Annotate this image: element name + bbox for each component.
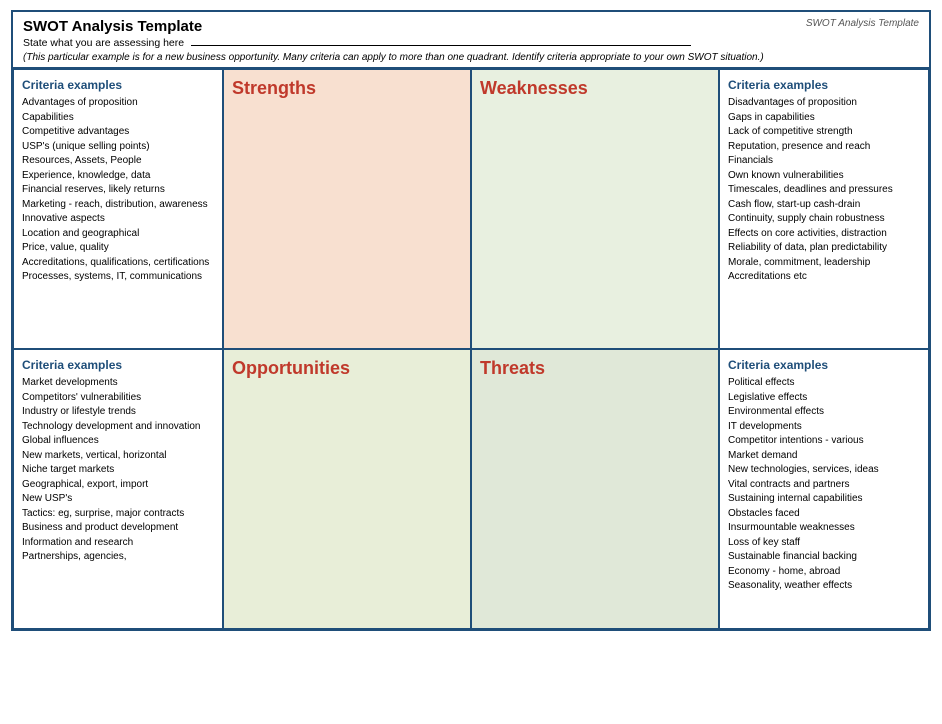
weaknesses-title: Weaknesses bbox=[480, 78, 710, 99]
list-item: Accreditations, qualifications, certific… bbox=[22, 256, 214, 271]
list-item: Sustainable financial backing bbox=[728, 550, 920, 565]
list-item: Competitors' vulnerabilities bbox=[22, 391, 214, 406]
list-item: Experience, knowledge, data bbox=[22, 169, 214, 184]
watermark: SWOT Analysis Template bbox=[806, 18, 919, 29]
list-item: Reliability of data, plan predictability bbox=[728, 241, 920, 256]
criteria-threats-title: Criteria examples bbox=[728, 358, 920, 372]
list-item: Vital contracts and partners bbox=[728, 478, 920, 493]
list-item: Political effects bbox=[728, 376, 920, 391]
criteria-threats-list: Political effectsLegislative effectsEnvi… bbox=[728, 376, 920, 594]
list-item: Technology development and innovation bbox=[22, 420, 214, 435]
list-item: Competitive advantages bbox=[22, 125, 214, 140]
threats-cell: Threats bbox=[471, 349, 719, 629]
list-item: Cash flow, start-up cash-drain bbox=[728, 198, 920, 213]
list-item: Sustaining internal capabilities bbox=[728, 492, 920, 507]
criteria-weaknesses-title: Criteria examples bbox=[728, 78, 920, 92]
list-item: Reputation, presence and reach bbox=[728, 140, 920, 155]
list-item: Marketing - reach, distribution, awarene… bbox=[22, 198, 214, 213]
list-item: Morale, commitment, leadership bbox=[728, 256, 920, 271]
subtitle: State what you are assessing here bbox=[23, 37, 919, 49]
criteria-sw-title: Criteria examples bbox=[22, 78, 214, 92]
swot-page: SWOT Analysis Template SWOT Analysis Tem… bbox=[11, 10, 931, 631]
list-item: Geographical, export, import bbox=[22, 478, 214, 493]
list-item: Location and geographical bbox=[22, 227, 214, 242]
list-item: Market demand bbox=[728, 449, 920, 464]
list-item: Economy - home, abroad bbox=[728, 565, 920, 580]
list-item: Financial reserves, likely returns bbox=[22, 183, 214, 198]
list-item: Lack of competitive strength bbox=[728, 125, 920, 140]
weaknesses-cell: Weaknesses bbox=[471, 69, 719, 349]
criteria-threats-cell: Criteria examples Political effectsLegis… bbox=[719, 349, 929, 629]
list-item: Processes, systems, IT, communications bbox=[22, 270, 214, 285]
list-item: Gaps in capabilities bbox=[728, 111, 920, 126]
criteria-opportunities-cell: Criteria examples Market developmentsCom… bbox=[13, 349, 223, 629]
strengths-title: Strengths bbox=[232, 78, 462, 99]
header-note: (This particular example is for a new bu… bbox=[23, 52, 919, 63]
list-item: IT developments bbox=[728, 420, 920, 435]
list-item: Timescales, deadlines and pressures bbox=[728, 183, 920, 198]
list-item: Environmental effects bbox=[728, 405, 920, 420]
criteria-opportunities-title: Criteria examples bbox=[22, 358, 214, 372]
list-item: Continuity, supply chain robustness bbox=[728, 212, 920, 227]
list-item: Obstacles faced bbox=[728, 507, 920, 522]
list-item: Market developments bbox=[22, 376, 214, 391]
list-item: New markets, vertical, horizontal bbox=[22, 449, 214, 464]
list-item: Financials bbox=[728, 154, 920, 169]
list-item: Innovative aspects bbox=[22, 212, 214, 227]
list-item: Capabilities bbox=[22, 111, 214, 126]
list-item: Advantages of proposition bbox=[22, 96, 214, 111]
criteria-opportunities-list: Market developmentsCompetitors' vulnerab… bbox=[22, 376, 214, 565]
list-item: Loss of key staff bbox=[728, 536, 920, 551]
list-item: Legislative effects bbox=[728, 391, 920, 406]
threats-title: Threats bbox=[480, 358, 710, 379]
list-item: Effects on core activities, distraction bbox=[728, 227, 920, 242]
list-item: Partnerships, agencies, bbox=[22, 550, 214, 565]
list-item: USP's (unique selling points) bbox=[22, 140, 214, 155]
list-item: Global influences bbox=[22, 434, 214, 449]
list-item: Seasonality, weather effects bbox=[728, 579, 920, 594]
criteria-sw-list: Advantages of propositionCapabilitiesCom… bbox=[22, 96, 214, 285]
opportunities-title: Opportunities bbox=[232, 358, 462, 379]
page-title: SWOT Analysis Template bbox=[23, 18, 919, 35]
list-item: Own known vulnerabilities bbox=[728, 169, 920, 184]
list-item: Industry or lifestyle trends bbox=[22, 405, 214, 420]
header: SWOT Analysis Template SWOT Analysis Tem… bbox=[13, 12, 929, 69]
swot-grid: Criteria examples Advantages of proposit… bbox=[13, 69, 929, 629]
list-item: Niche target markets bbox=[22, 463, 214, 478]
strengths-cell: Strengths bbox=[223, 69, 471, 349]
list-item: Tactics: eg, surprise, major contracts bbox=[22, 507, 214, 522]
list-item: Price, value, quality bbox=[22, 241, 214, 256]
list-item: Competitor intentions - various bbox=[728, 434, 920, 449]
list-item: Disadvantages of proposition bbox=[728, 96, 920, 111]
opportunities-cell: Opportunities bbox=[223, 349, 471, 629]
list-item: Business and product development bbox=[22, 521, 214, 536]
list-item: Insurmountable weaknesses bbox=[728, 521, 920, 536]
criteria-weaknesses-cell: Criteria examples Disadvantages of propo… bbox=[719, 69, 929, 349]
list-item: Accreditations etc bbox=[728, 270, 920, 285]
list-item: New technologies, services, ideas bbox=[728, 463, 920, 478]
list-item: Information and research bbox=[22, 536, 214, 551]
criteria-sw-cell: Criteria examples Advantages of proposit… bbox=[13, 69, 223, 349]
criteria-weaknesses-list: Disadvantages of propositionGaps in capa… bbox=[728, 96, 920, 285]
list-item: Resources, Assets, People bbox=[22, 154, 214, 169]
list-item: New USP's bbox=[22, 492, 214, 507]
